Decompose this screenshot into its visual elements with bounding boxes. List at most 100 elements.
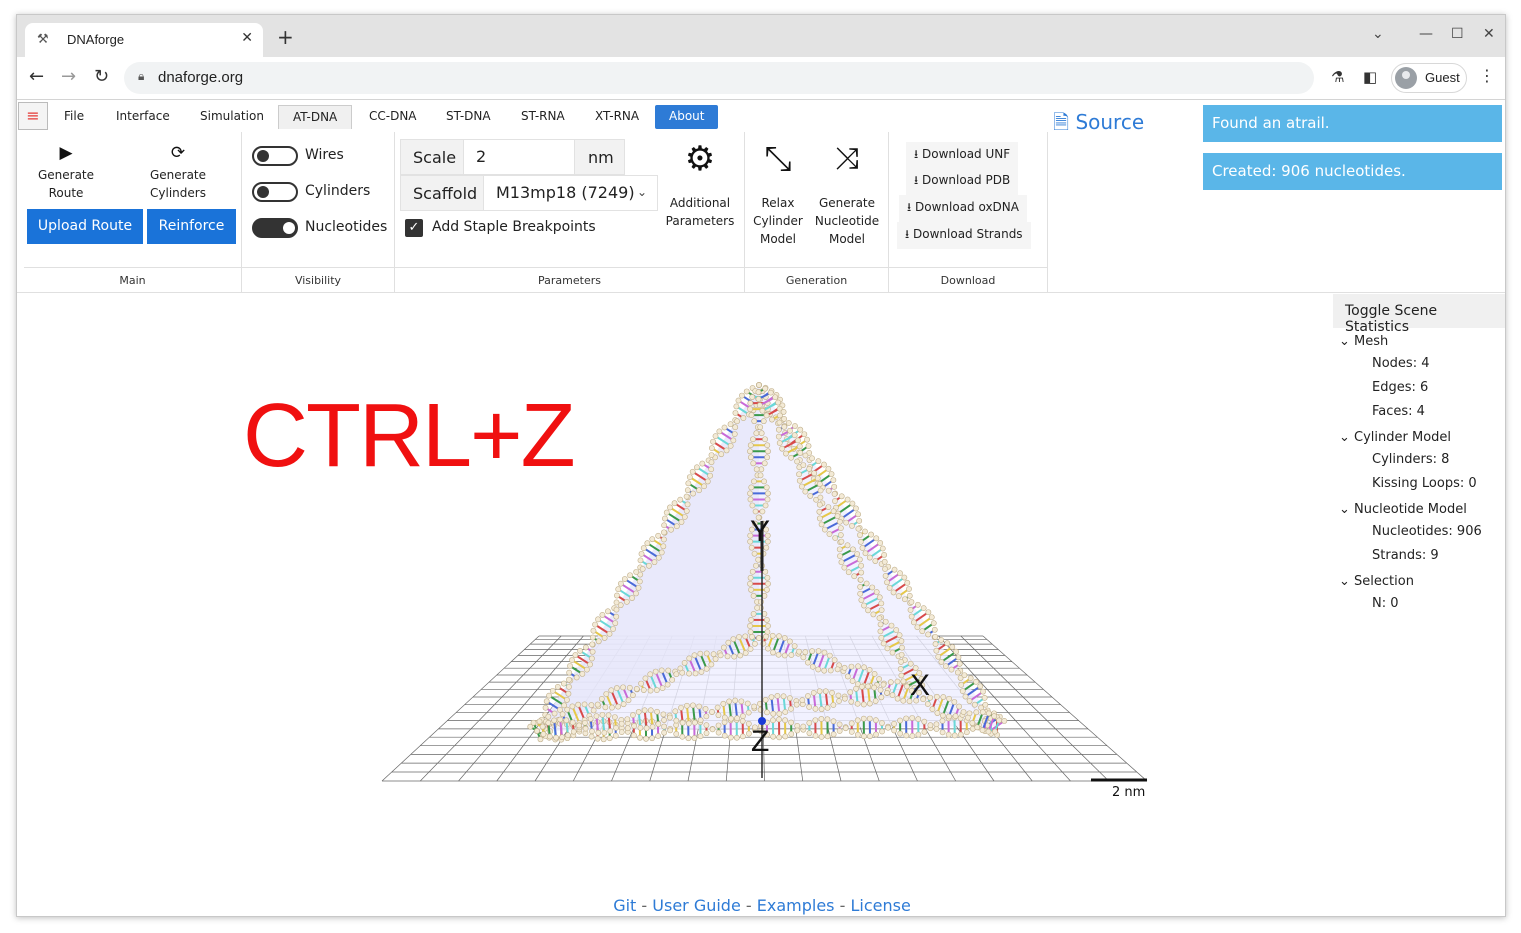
backbone-bead xyxy=(842,725,849,732)
scale-input[interactable]: 2 xyxy=(463,140,575,174)
upload-route-button[interactable]: Upload Route xyxy=(27,209,143,244)
play-icon: ▶ xyxy=(59,143,73,163)
backbone-bead xyxy=(776,419,783,426)
more-menu-icon[interactable]: ⋮ xyxy=(1479,66,1495,85)
backbone-bead xyxy=(817,494,824,501)
examples-link[interactable]: Examples xyxy=(757,896,835,915)
generate-cylinders-button[interactable]: ⟳ Generate Cylinders xyxy=(141,144,215,202)
scene-canvas[interactable]: Y X Z 2 nm xyxy=(17,293,1327,893)
backbone-bead xyxy=(798,483,805,490)
scaffold-select[interactable]: M13mp18 (7249) xyxy=(483,176,658,210)
tab-search-chevron-icon[interactable]: ⌄ xyxy=(1372,26,1384,42)
nucleotides-toggle[interactable] xyxy=(252,218,298,238)
browser-tab[interactable]: ⚒ DNAforge ✕ xyxy=(25,23,263,57)
backbone-bead xyxy=(866,715,873,722)
back-arrow-icon[interactable]: ← xyxy=(29,66,44,87)
backbone-bead xyxy=(909,715,916,721)
additional-parameters-button[interactable]: ⚙ Additional Parameters xyxy=(663,142,737,230)
stat-nucleotides: Nucleotides: 906 xyxy=(1372,524,1482,539)
minimize-icon[interactable]: — xyxy=(1419,26,1433,42)
stats-section-cylinder-model[interactable]: ⌄ Cylinder Model xyxy=(1339,430,1451,445)
backbone-bead xyxy=(854,700,861,707)
stats-section-label: Selection xyxy=(1354,574,1414,589)
toggle-scene-statistics-button[interactable]: Toggle Scene Statistics xyxy=(1333,294,1505,335)
toggle-knob xyxy=(283,222,295,234)
relax-cylinder-model-button[interactable]: ⤡ Relax Cylinder Model xyxy=(750,142,806,248)
download-pdb-button[interactable]: ⭳ Download PDB xyxy=(906,168,1019,195)
reload-icon[interactable]: ↻ xyxy=(94,66,109,87)
menu-tab-at-dna[interactable]: AT-DNA xyxy=(278,105,353,129)
backbone-bead xyxy=(806,466,813,472)
url-text[interactable]: dnaforge.org xyxy=(158,69,243,86)
menu-tab-simulation[interactable]: Simulation xyxy=(200,105,264,129)
menu-tab-cc-dna[interactable]: CC-DNA xyxy=(369,105,417,129)
backbone-bead xyxy=(551,710,558,717)
backbone-bead xyxy=(626,684,633,691)
backbone-bead xyxy=(730,636,737,642)
backbone-bead xyxy=(863,580,870,587)
cylinders-toggle[interactable] xyxy=(252,182,298,202)
new-tab-icon[interactable]: + xyxy=(277,27,294,47)
user-guide-link[interactable]: User Guide xyxy=(652,896,741,915)
hamburger-menu-icon[interactable]: ≡ xyxy=(18,102,48,130)
close-window-icon[interactable]: ✕ xyxy=(1483,26,1495,42)
backbone-bead xyxy=(939,729,946,736)
menu-tab-interface[interactable]: Interface xyxy=(116,105,170,129)
labs-flask-icon[interactable]: ⚗ xyxy=(1331,68,1344,86)
backbone-bead xyxy=(708,661,715,668)
backbone-bead xyxy=(809,648,816,655)
source-link[interactable]: 🗎︎ Source xyxy=(1053,108,1144,142)
backbone-bead xyxy=(873,731,879,738)
stats-section-nucleotide-model[interactable]: ⌄ Nucleotide Model xyxy=(1339,502,1467,517)
backbone-bead xyxy=(872,717,879,724)
backbone-bead xyxy=(775,426,782,433)
browser-window: ⚒ DNAforge ✕ + ⌄ — ☐ ✕ ← → ↻ 🔒︎ dnaforge… xyxy=(16,14,1506,917)
close-tab-icon[interactable]: ✕ xyxy=(241,30,253,46)
backbone-bead xyxy=(906,586,912,592)
menu-tab-xt-rna[interactable]: XT-RNA xyxy=(595,105,639,129)
generate-route-button[interactable]: ▶ Generate Route xyxy=(26,144,106,202)
download-oxdna-button[interactable]: ⭳ Download oxDNA xyxy=(899,195,1027,222)
download-unf-button[interactable]: ⭳ Download UNF xyxy=(906,142,1019,169)
backbone-bead xyxy=(879,720,885,726)
stats-section-mesh[interactable]: ⌄ Mesh xyxy=(1339,334,1388,349)
menu-tab-st-rna[interactable]: ST-RNA xyxy=(521,105,565,129)
menu-tab-st-dna[interactable]: ST-DNA xyxy=(446,105,491,129)
backbone-bead xyxy=(613,724,619,731)
stats-section-selection[interactable]: ⌄ Selection xyxy=(1339,574,1414,589)
git-link[interactable]: Git xyxy=(613,896,636,915)
backbone-bead xyxy=(805,443,812,449)
menu-tab-about[interactable]: About xyxy=(655,105,719,129)
chevron-down-icon[interactable]: ⌄ xyxy=(637,185,647,199)
side-panel-icon[interactable]: ◧ xyxy=(1363,68,1377,86)
menu-tab-file[interactable]: File xyxy=(64,105,84,129)
reinforce-button[interactable]: Reinforce xyxy=(147,209,236,244)
backbone-bead xyxy=(765,623,771,629)
forward-arrow-icon[interactable]: → xyxy=(61,66,76,87)
backbone-bead xyxy=(765,645,771,652)
license-link[interactable]: License xyxy=(850,896,910,915)
backbone-bead xyxy=(677,665,684,672)
backbone-bead xyxy=(762,436,768,443)
backbone-bead xyxy=(836,518,843,525)
download-strands-button[interactable]: ⭳ Download Strands xyxy=(897,222,1031,249)
generate-nucleotide-model-button[interactable]: ⤨ Generate Nucleotide Model xyxy=(813,144,881,248)
backbone-bead xyxy=(749,568,756,575)
cylinders-label: Cylinders xyxy=(305,183,371,199)
backbone-bead xyxy=(588,702,595,708)
maximize-icon[interactable]: ☐ xyxy=(1451,26,1464,42)
backbone-bead xyxy=(827,667,834,674)
refresh-icon: ⟳ xyxy=(170,143,186,163)
profile-button[interactable]: Guest xyxy=(1391,63,1467,93)
address-bar[interactable]: 🔒︎ dnaforge.org xyxy=(124,62,1314,94)
main-group-label: Main xyxy=(119,274,146,287)
backbone-bead xyxy=(545,713,552,720)
backbone-bead xyxy=(782,717,788,724)
wires-toggle[interactable] xyxy=(252,146,298,166)
add-staple-breakpoints-checkbox[interactable]: ✓ xyxy=(405,219,423,237)
stat-strands: Strands: 9 xyxy=(1372,548,1439,563)
backbone-bead xyxy=(880,681,887,688)
3d-viewport[interactable]: Y X Z 2 nm CTRL+Z xyxy=(17,293,1327,893)
backbone-bead xyxy=(673,671,680,678)
backbone-bead xyxy=(831,657,838,663)
